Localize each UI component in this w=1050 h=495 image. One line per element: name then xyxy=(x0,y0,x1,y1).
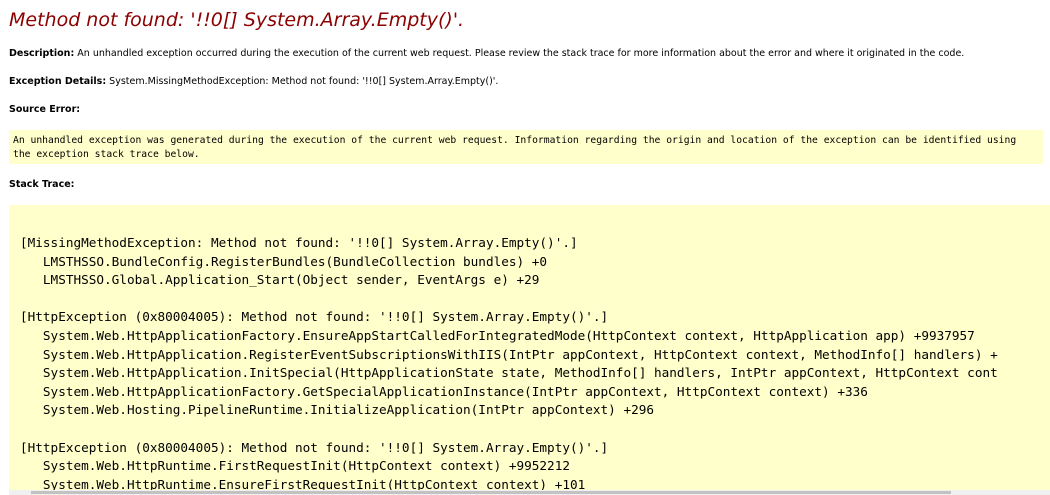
stack-trace-line: LMSTHSSO.Global.Application_Start(Object… xyxy=(20,272,540,288)
description-label: Description: xyxy=(9,48,75,59)
stack-trace-line: System.Web.HttpApplication.RegisterEvent… xyxy=(20,346,998,362)
stack-trace-box[interactable]: [MissingMethodException: Method not foun… xyxy=(9,205,1050,495)
description: Description: An unhandled exception occu… xyxy=(9,48,964,59)
exception-details: Exception Details: System.MissingMethodE… xyxy=(9,76,498,87)
stack-trace-line: System.Web.HttpRuntime.FirstRequestInit(… xyxy=(20,458,570,474)
stack-trace-line: System.Web.HttpApplication.InitSpecial(H… xyxy=(20,365,998,381)
stack-trace-line: [MissingMethodException: Method not foun… xyxy=(20,235,578,250)
source-error-box: An unhandled exception was generated dur… xyxy=(9,130,1043,164)
stack-trace-line: System.Web.HttpApplicationFactory.Ensure… xyxy=(20,327,975,343)
description-text: An unhandled exception occurred during t… xyxy=(77,48,965,59)
stack-trace-line: LMSTHSSO.BundleConfig.RegisterBundles(Bu… xyxy=(20,253,548,269)
stack-trace-heading: Stack Trace: xyxy=(9,179,75,190)
stack-trace-text: [MissingMethodException: Method not foun… xyxy=(20,234,998,494)
error-page: Method not found: '!!0[] System.Array.Em… xyxy=(0,0,1050,495)
stack-trace-line: System.Web.Hosting.PipelineRuntime.Initi… xyxy=(20,402,654,418)
horizontal-scrollbar[interactable] xyxy=(9,490,1050,495)
source-error-heading: Source Error: xyxy=(9,104,81,115)
exception-details-label: Exception Details: xyxy=(9,76,107,87)
scrollbar-thumb[interactable] xyxy=(31,491,951,494)
stack-trace-line xyxy=(20,290,998,309)
exception-details-text: System.MissingMethodException: Method no… xyxy=(109,76,499,87)
stack-trace-line xyxy=(20,420,998,439)
stack-trace-line: System.Web.HttpApplicationFactory.GetSpe… xyxy=(20,383,868,399)
stack-trace-line: [HttpException (0x80004005): Method not … xyxy=(20,439,609,455)
stack-trace-line: [HttpException (0x80004005): Method not … xyxy=(20,309,609,325)
page-title: Method not found: '!!0[] System.Array.Em… xyxy=(9,9,465,31)
source-error-text: An unhandled exception was generated dur… xyxy=(13,135,1023,160)
